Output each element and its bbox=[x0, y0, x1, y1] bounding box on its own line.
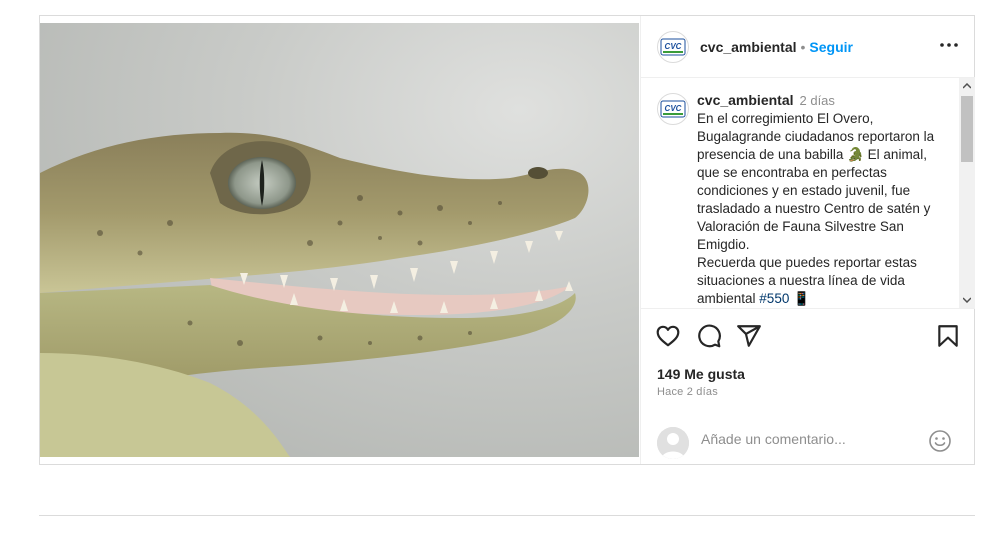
emoji-icon bbox=[929, 430, 951, 452]
user-avatar bbox=[657, 427, 689, 459]
header-username[interactable]: cvc_ambiental bbox=[700, 39, 797, 55]
share-button[interactable] bbox=[736, 323, 762, 349]
comments-area[interactable]: CVC cvc_ambiental 2 días En el corregimie… bbox=[641, 78, 959, 308]
caption-time[interactable]: 2 días bbox=[800, 93, 835, 108]
post-header: CVC cvc_ambiental • Seguir bbox=[641, 16, 975, 78]
comment-input[interactable] bbox=[701, 431, 911, 447]
default-user-icon bbox=[657, 427, 689, 459]
scroll-down-button[interactable] bbox=[959, 292, 975, 308]
cvc-logo-icon: CVC bbox=[660, 100, 686, 118]
likes-count[interactable]: 149 Me gusta bbox=[657, 366, 745, 382]
post-actions: 149 Me gusta Hace 2 días bbox=[641, 308, 975, 465]
more-options-button[interactable] bbox=[938, 35, 960, 55]
caption: cvc_ambiental 2 días En el corregimiento … bbox=[697, 91, 947, 308]
caption-avatar[interactable]: CVC bbox=[657, 93, 689, 125]
post-sidebar: CVC cvc_ambiental • Seguir CVC cvc_ambient… bbox=[640, 16, 975, 464]
svg-text:CVC: CVC bbox=[665, 104, 682, 113]
follow-button[interactable]: Seguir bbox=[809, 39, 853, 55]
comments-scrollbar[interactable] bbox=[959, 78, 975, 308]
save-button[interactable] bbox=[935, 323, 961, 349]
caption-username[interactable]: cvc_ambiental bbox=[697, 92, 794, 108]
bookmark-icon bbox=[938, 325, 958, 347]
phone-emoji: 📱 bbox=[793, 291, 810, 306]
scroll-up-button[interactable] bbox=[959, 78, 975, 94]
comment-button[interactable] bbox=[696, 323, 722, 349]
post-timestamp[interactable]: Hace 2 días bbox=[657, 386, 718, 398]
emoji-button[interactable] bbox=[928, 429, 952, 453]
heart-icon bbox=[656, 325, 680, 347]
caption-text: En el corregimiento El Overo, Bugalagran… bbox=[697, 111, 935, 252]
post-image[interactable] bbox=[40, 23, 639, 457]
hashtag-link[interactable]: #550 bbox=[759, 291, 789, 306]
header-bullet: • bbox=[800, 39, 806, 55]
cvc-logo-icon: CVC bbox=[660, 38, 686, 56]
like-button[interactable] bbox=[655, 323, 681, 349]
comment-icon bbox=[698, 324, 721, 348]
header-user-line: cvc_ambiental • Seguir bbox=[700, 39, 853, 57]
scroll-up-arrow-icon bbox=[963, 83, 971, 89]
share-icon bbox=[737, 325, 761, 347]
avatar[interactable]: CVC bbox=[657, 31, 689, 63]
scroll-thumb[interactable] bbox=[961, 96, 973, 162]
divider bbox=[39, 515, 975, 516]
add-comment-bar bbox=[641, 413, 975, 465]
more-options-icon bbox=[940, 43, 958, 47]
svg-text:CVC: CVC bbox=[665, 42, 682, 51]
caiman-photo bbox=[40, 132, 589, 457]
scroll-down-arrow-icon bbox=[963, 297, 971, 303]
